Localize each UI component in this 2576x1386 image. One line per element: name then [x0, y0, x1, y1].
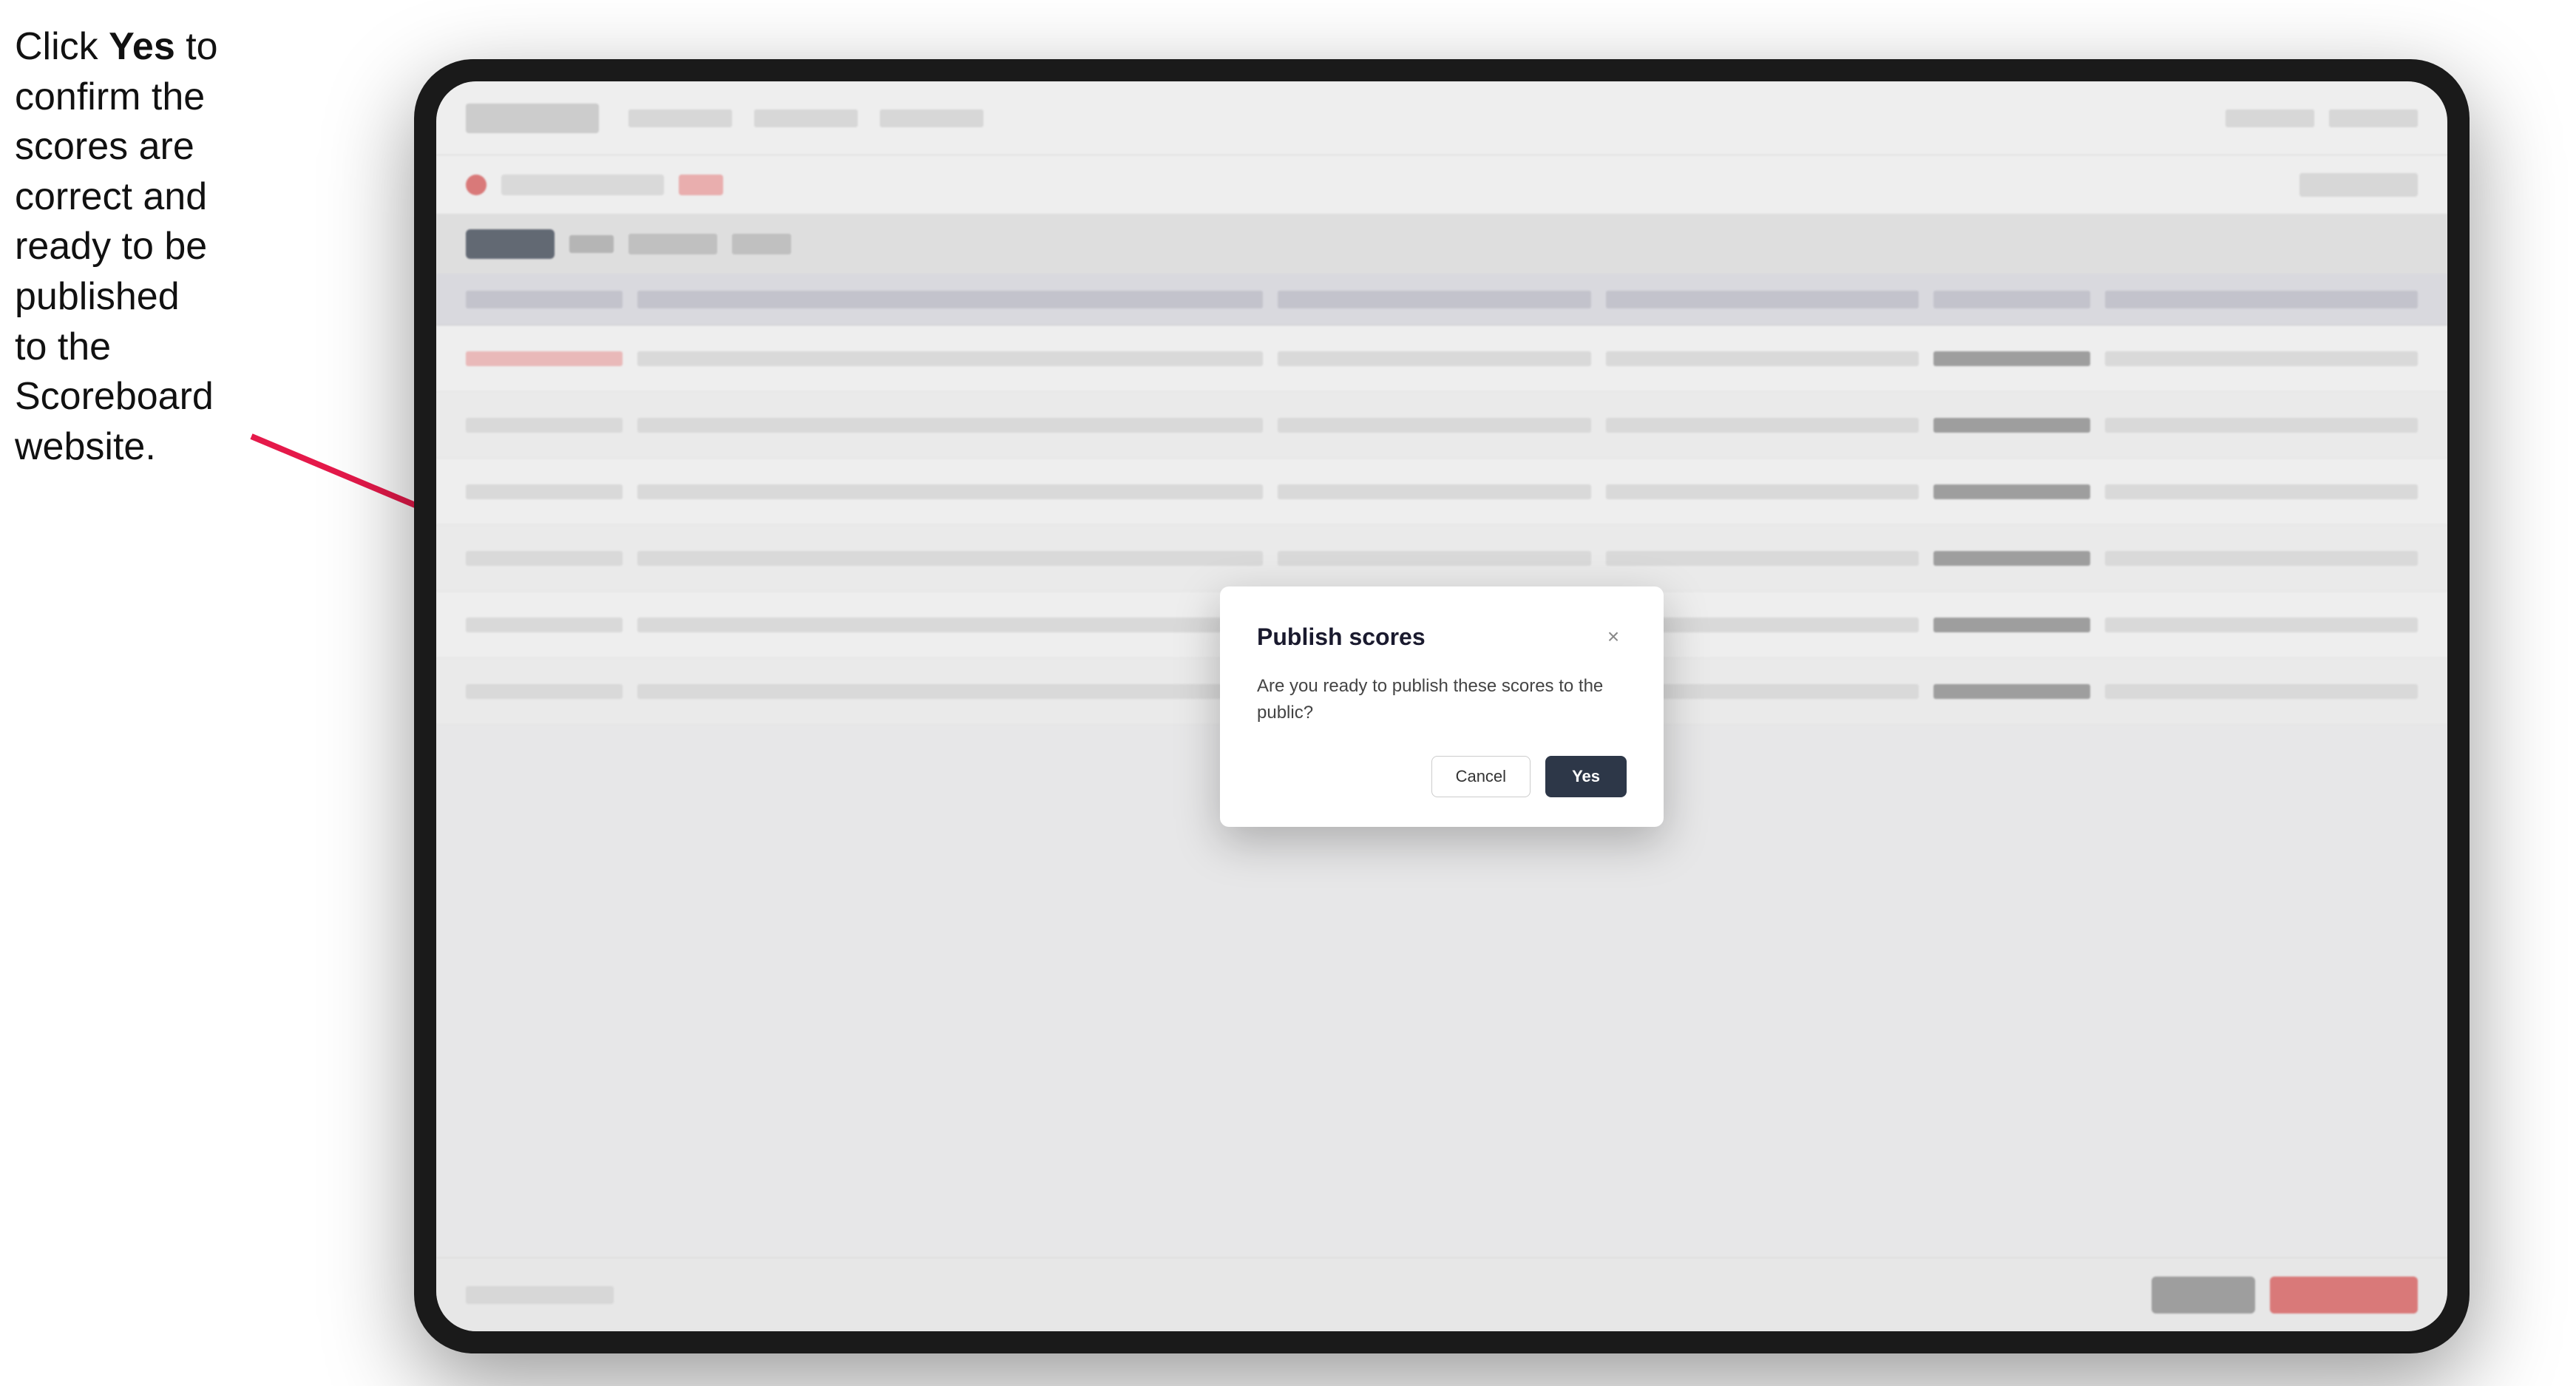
tablet-device: Publish scores × Are you ready to publis… — [414, 59, 2470, 1353]
modal-overlay: Publish scores × Are you ready to publis… — [436, 81, 2447, 1331]
tablet-screen: Publish scores × Are you ready to publis… — [436, 81, 2447, 1331]
modal-title: Publish scores — [1257, 623, 1426, 651]
modal-footer: Cancel Yes — [1257, 756, 1627, 797]
publish-scores-dialog: Publish scores × Are you ready to publis… — [1220, 586, 1664, 827]
annotation-text: Click Yes to confirm the scores are corr… — [15, 22, 222, 472]
cancel-button[interactable]: Cancel — [1431, 756, 1531, 797]
modal-close-button[interactable]: × — [1600, 623, 1627, 650]
modal-body-text: Are you ready to publish these scores to… — [1257, 673, 1627, 726]
modal-header: Publish scores × — [1257, 623, 1627, 651]
yes-button[interactable]: Yes — [1545, 756, 1627, 797]
